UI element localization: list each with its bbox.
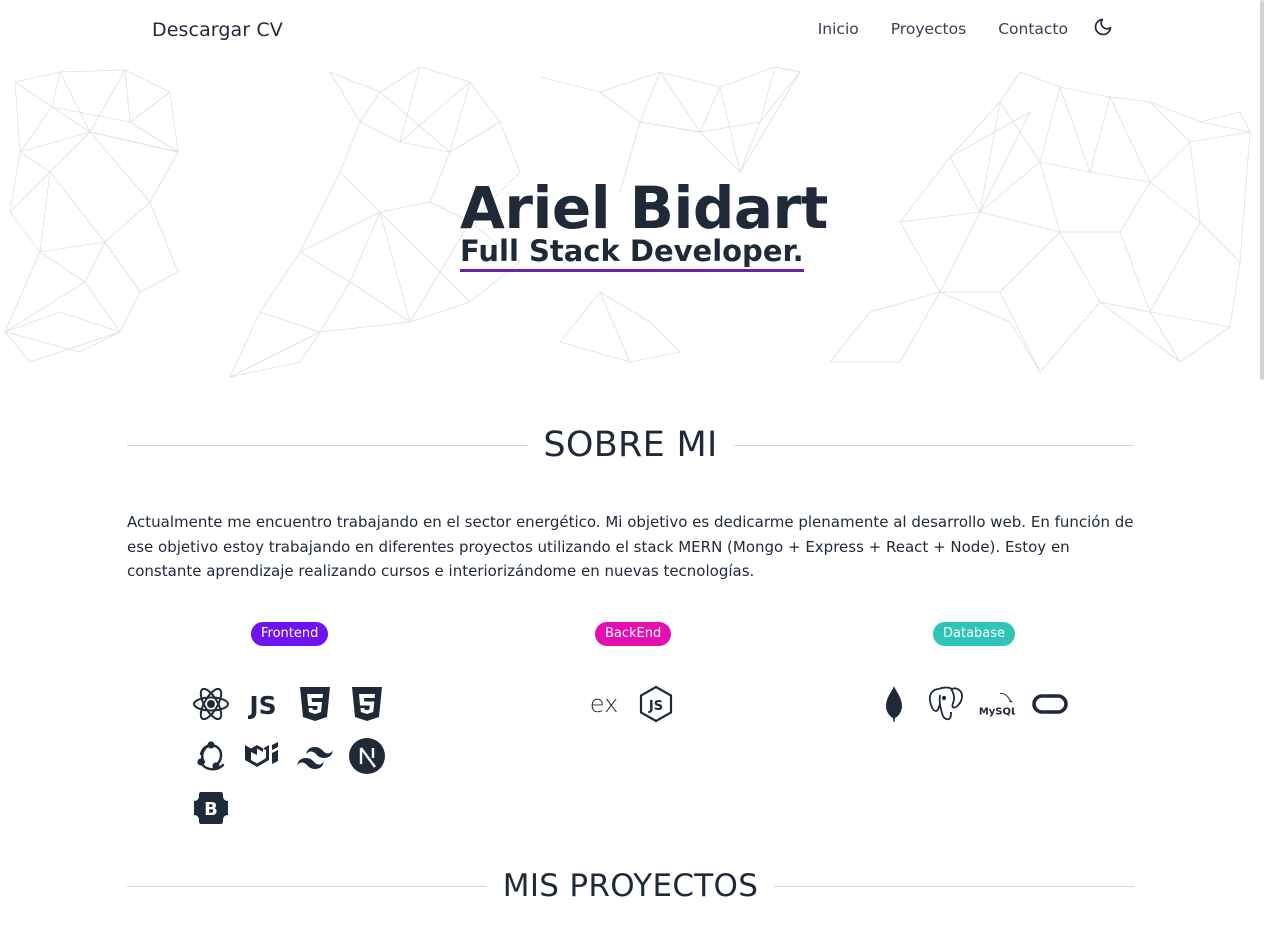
html5-icon xyxy=(296,685,334,723)
navbar: Descargar CV Inicio Proyectos Contacto xyxy=(0,0,1264,62)
divider-left xyxy=(127,885,487,887)
hero-name: Ariel Bidart xyxy=(460,174,828,242)
divider-right xyxy=(774,885,1135,887)
nav-links: Inicio Proyectos Contacto xyxy=(818,18,1114,38)
moon-icon[interactable] xyxy=(1092,16,1114,38)
css3-icon xyxy=(348,685,386,723)
divider-right xyxy=(733,444,1135,446)
svg-text:B: B xyxy=(204,799,218,820)
express-icon: ex xyxy=(585,685,623,723)
svg-text:ex: ex xyxy=(590,690,619,718)
download-cv-link[interactable]: Descargar CV xyxy=(152,19,283,41)
nav-link-inicio[interactable]: Inicio xyxy=(818,20,859,38)
mongodb-icon xyxy=(875,685,913,723)
divider-left xyxy=(127,444,528,446)
nav-link-proyectos[interactable]: Proyectos xyxy=(891,20,966,38)
about-section-header: SOBRE MI xyxy=(127,425,1135,465)
hero-role: Full Stack Developer. xyxy=(460,235,804,272)
hero-section: Ariel Bidart Full Stack Developer. xyxy=(0,62,1264,392)
projects-title: MIS PROYECTOS xyxy=(502,868,759,904)
tailwind-icon xyxy=(296,737,334,775)
mysql-text: MySQL xyxy=(979,706,1015,717)
react-icon xyxy=(192,685,230,723)
backend-badge: BackEnd xyxy=(595,622,672,646)
mysql-icon: MySQL xyxy=(977,685,1015,723)
material-ui-icon xyxy=(244,737,282,775)
nextjs-icon xyxy=(348,737,386,775)
postgresql-icon xyxy=(927,685,965,723)
nodejs-icon: JS xyxy=(637,685,675,723)
nav-link-contacto[interactable]: Contacto xyxy=(998,20,1068,38)
oracle-icon xyxy=(1031,685,1069,723)
about-text: Actualmente me encuentro trabajando en e… xyxy=(127,513,1134,580)
javascript-icon: JS xyxy=(244,685,282,723)
database-badge: Database xyxy=(933,622,1016,646)
projects-section-header: MIS PROYECTOS xyxy=(127,868,1135,904)
svg-text:JS: JS xyxy=(247,691,276,720)
svg-text:JS: JS xyxy=(648,699,663,714)
bootstrap-icon: B xyxy=(192,789,230,827)
about-title: SOBRE MI xyxy=(543,425,718,465)
frontend-badge: Frontend xyxy=(251,622,329,646)
redux-icon xyxy=(192,737,230,775)
